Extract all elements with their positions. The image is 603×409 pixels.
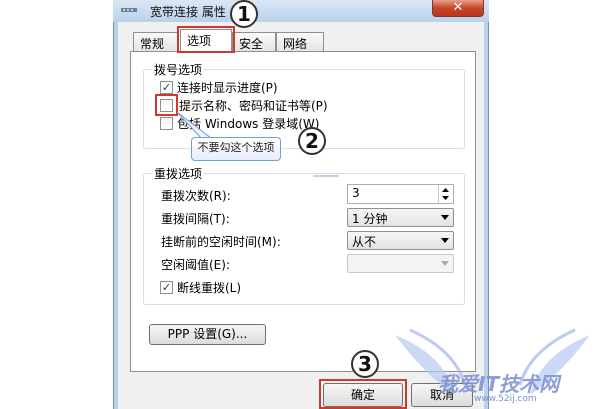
idle-threshold-label: 空闲阈值(E):	[161, 258, 230, 272]
show-progress-label: 连接时显示进度(P)	[177, 81, 278, 95]
tooltip-do-not-check: 不要勾这个选项	[191, 137, 281, 161]
include-logon-domain-checkbox[interactable]	[160, 117, 173, 130]
broadband-connection-icon	[121, 8, 137, 12]
idle-before-hangup-select[interactable]: 从不	[347, 231, 454, 250]
redial-count-label: 重拨次数(R):	[161, 189, 231, 203]
redial-interval-value: 1 分钟	[352, 212, 388, 226]
annotation-step-1: 1	[230, 0, 258, 28]
chevron-down-icon	[441, 261, 449, 266]
reconnect-checkbox[interactable]: ✓	[160, 281, 173, 294]
close-button[interactable]: ✕	[432, 0, 484, 17]
annotation-step-3: 3	[351, 350, 379, 378]
chevron-down-icon	[441, 215, 449, 220]
idle-threshold-select[interactable]	[347, 254, 454, 273]
tab-networking[interactable]: 网络	[276, 32, 324, 52]
window-title: 宽带连接 属性	[150, 5, 226, 19]
redial-count-value: 3	[352, 186, 360, 200]
show-progress-checkbox[interactable]: ✓	[160, 81, 173, 94]
watermark-text: 我爱IT技术网	[438, 372, 560, 396]
redial-interval-select[interactable]: 1 分钟	[347, 208, 454, 227]
ppp-settings-button[interactable]: PPP 设置(G)...	[149, 324, 266, 345]
divider-mark	[313, 175, 339, 177]
tab-security[interactable]: 安全	[232, 32, 276, 52]
redial-options-title: 重拨选项	[152, 165, 205, 182]
redial-interval-label: 重拨间隔(T):	[161, 212, 230, 226]
annotation-step-2: 2	[298, 127, 326, 155]
dial-options-title: 拨号选项	[152, 61, 205, 78]
watermark-url: www.52ij.com	[474, 394, 537, 404]
tooltip-pointer	[176, 111, 213, 139]
highlight-box-options-tab	[177, 26, 235, 53]
reconnect-label: 断线重拨(L)	[177, 281, 242, 295]
chevron-down-icon	[441, 238, 449, 243]
redial-count-spinner[interactable]: 3	[347, 184, 454, 204]
tab-general[interactable]: 常规	[133, 32, 179, 52]
idle-before-hangup-label: 挂断前的空闲时间(M):	[161, 235, 281, 249]
spinner-arrows-icon[interactable]	[438, 185, 453, 203]
idle-before-hangup-value: 从不	[352, 235, 377, 249]
